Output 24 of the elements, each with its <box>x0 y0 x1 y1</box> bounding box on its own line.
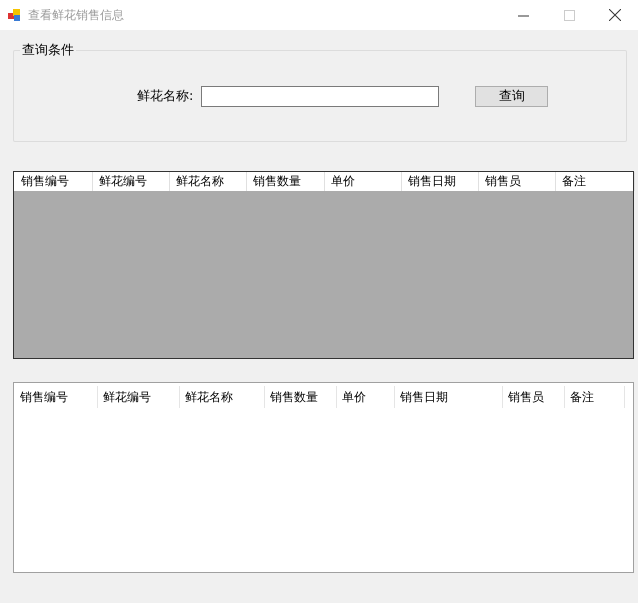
column-header[interactable]: 销售员 <box>503 386 565 408</box>
column-header[interactable]: 鲜花编号 <box>98 386 180 408</box>
column-header[interactable]: 鲜花名称 <box>180 386 265 408</box>
query-button[interactable]: 查询 <box>475 86 548 106</box>
window-title: 查看鲜花销售信息 <box>28 6 125 24</box>
column-header[interactable]: 备注 <box>556 172 635 191</box>
column-header[interactable]: 鲜花名称 <box>170 172 247 191</box>
column-header[interactable]: 鲜花编号 <box>93 172 170 191</box>
column-header[interactable]: 销售员 <box>479 172 556 191</box>
maximize-icon <box>564 10 574 20</box>
column-header[interactable]: 销售数量 <box>247 172 325 191</box>
column-header[interactable]: 单价 <box>325 172 402 191</box>
field-label: 鲜花名称: <box>137 88 194 105</box>
column-header[interactable]: 单价 <box>337 386 395 408</box>
column-header[interactable]: 销售日期 <box>402 172 479 191</box>
column-header[interactable]: 销售编号 <box>15 172 93 191</box>
column-header[interactable]: 备注 <box>565 386 625 408</box>
column-header[interactable]: 销售编号 <box>15 386 98 408</box>
name-field[interactable] <box>201 86 440 106</box>
column-header[interactable]: 销售日期 <box>395 386 503 408</box>
app-icon <box>8 8 22 22</box>
close-icon <box>609 9 621 21</box>
column-header[interactable]: 销售数量 <box>265 386 337 408</box>
group-legend: 查询条件 <box>20 41 76 59</box>
